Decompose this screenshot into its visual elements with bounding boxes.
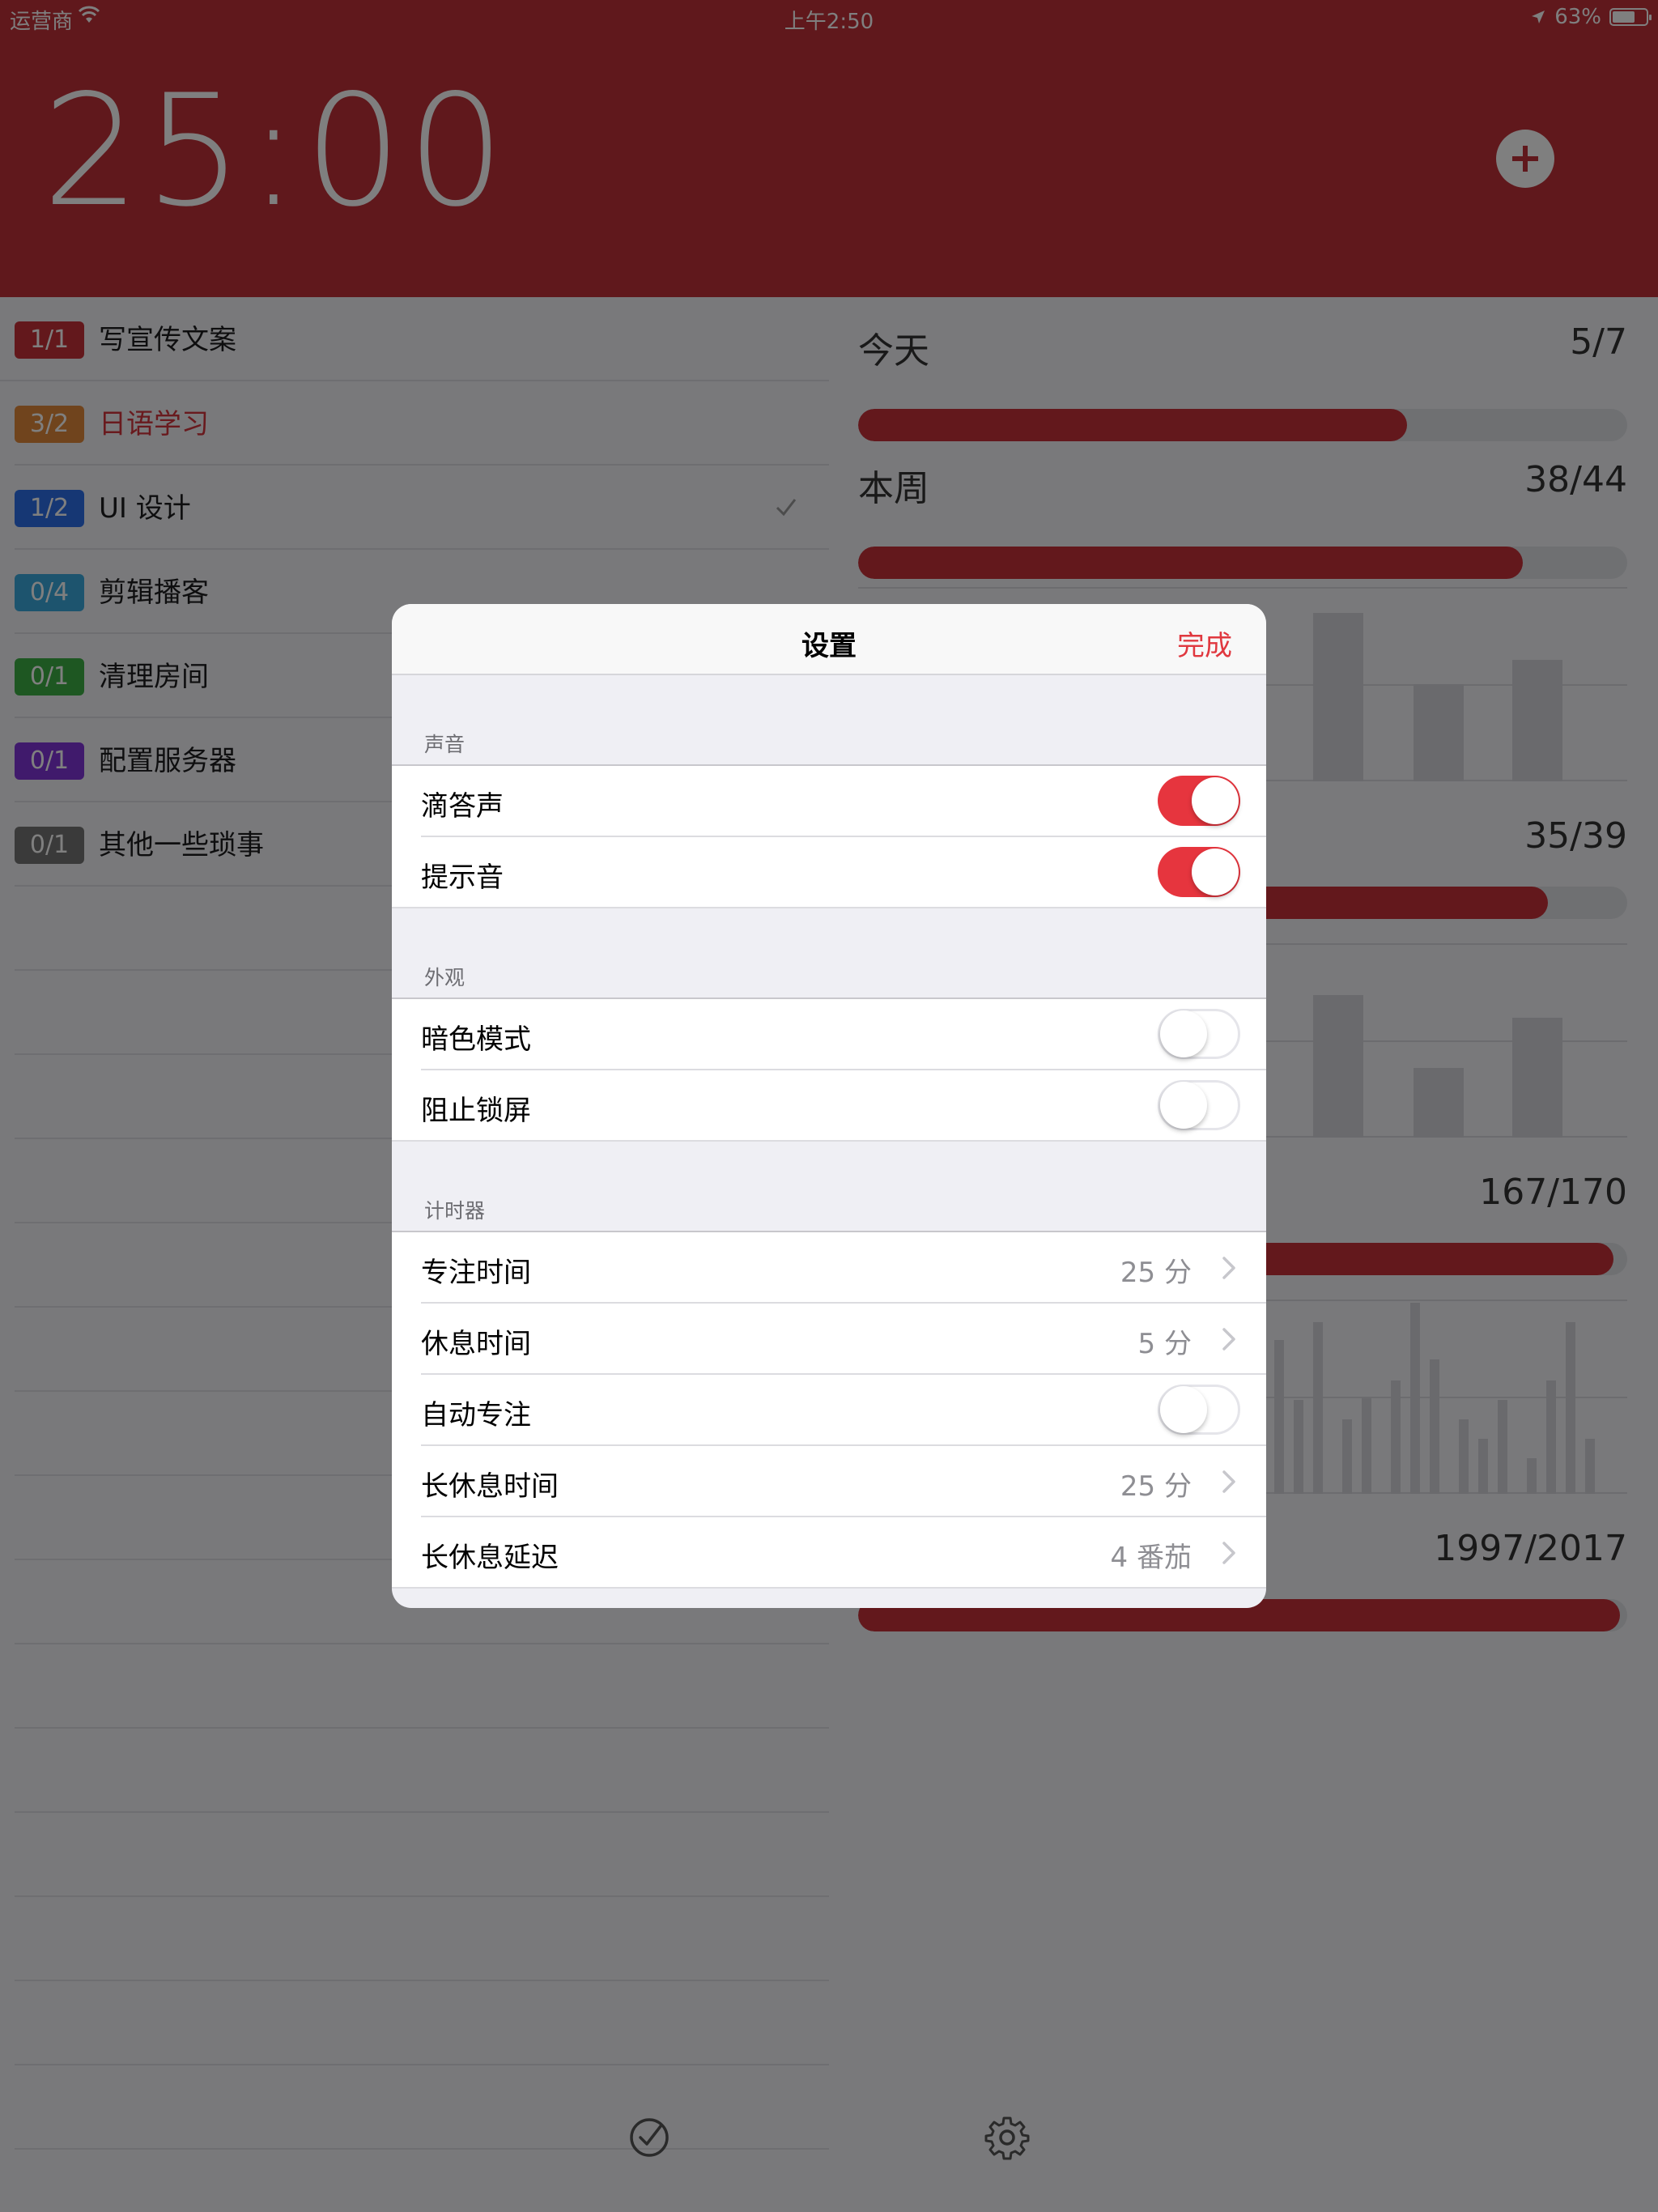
chevron-right-icon [1222,1470,1235,1493]
row-alert-sound[interactable]: 提示音 [392,837,1266,908]
row-label: 休息时间 [421,1328,531,1360]
row-value: 25 分 [1120,1470,1192,1503]
alert-sound-toggle[interactable] [1158,847,1240,897]
row-label: 长休息延迟 [421,1542,559,1574]
row-tick-sound[interactable]: 滴答声 [392,766,1266,837]
row-value: 4 番茄 [1110,1542,1192,1574]
row-label: 长休息时间 [421,1470,559,1503]
row-auto-focus[interactable]: 自动专注 [392,1375,1266,1446]
row-long-rest-delay[interactable]: 长休息延迟 4 番茄 [392,1517,1266,1589]
row-focus-time[interactable]: 专注时间 25 分 [392,1232,1266,1304]
chevron-right-icon [1222,1542,1235,1564]
section-header-sound: 声音 [424,733,466,756]
row-value: 25 分 [1120,1257,1192,1289]
row-value: 5 分 [1137,1328,1192,1360]
section-header-appearance: 外观 [424,966,466,989]
prevent-lock-toggle[interactable] [1158,1080,1240,1130]
settings-modal: 设置 完成 声音 滴答声 提示音 外观 暗色模式 阻止锁屏 计时器 专注时间 2… [392,604,1266,1608]
modal-nav-bar: 设置 完成 [392,604,1266,675]
modal-title: 设置 [801,630,857,662]
done-button[interactable]: 完成 [1177,623,1232,663]
tick-sound-toggle[interactable] [1158,776,1240,826]
row-label: 暗色模式 [421,1023,531,1056]
row-label: 阻止锁屏 [421,1095,531,1127]
section-header-timer: 计时器 [424,1199,486,1223]
chevron-right-icon [1222,1257,1235,1279]
row-label: 自动专注 [421,1399,531,1431]
row-prevent-lock[interactable]: 阻止锁屏 [392,1070,1266,1142]
row-label: 滴答声 [421,790,504,823]
row-label: 专注时间 [421,1257,531,1289]
dark-mode-toggle[interactable] [1158,1009,1240,1059]
row-dark-mode[interactable]: 暗色模式 [392,999,1266,1070]
row-long-rest-time[interactable]: 长休息时间 25 分 [392,1446,1266,1517]
chevron-right-icon [1222,1328,1235,1351]
row-rest-time[interactable]: 休息时间 5 分 [392,1304,1266,1375]
row-label: 提示音 [421,861,504,894]
auto-focus-toggle[interactable] [1158,1385,1240,1435]
